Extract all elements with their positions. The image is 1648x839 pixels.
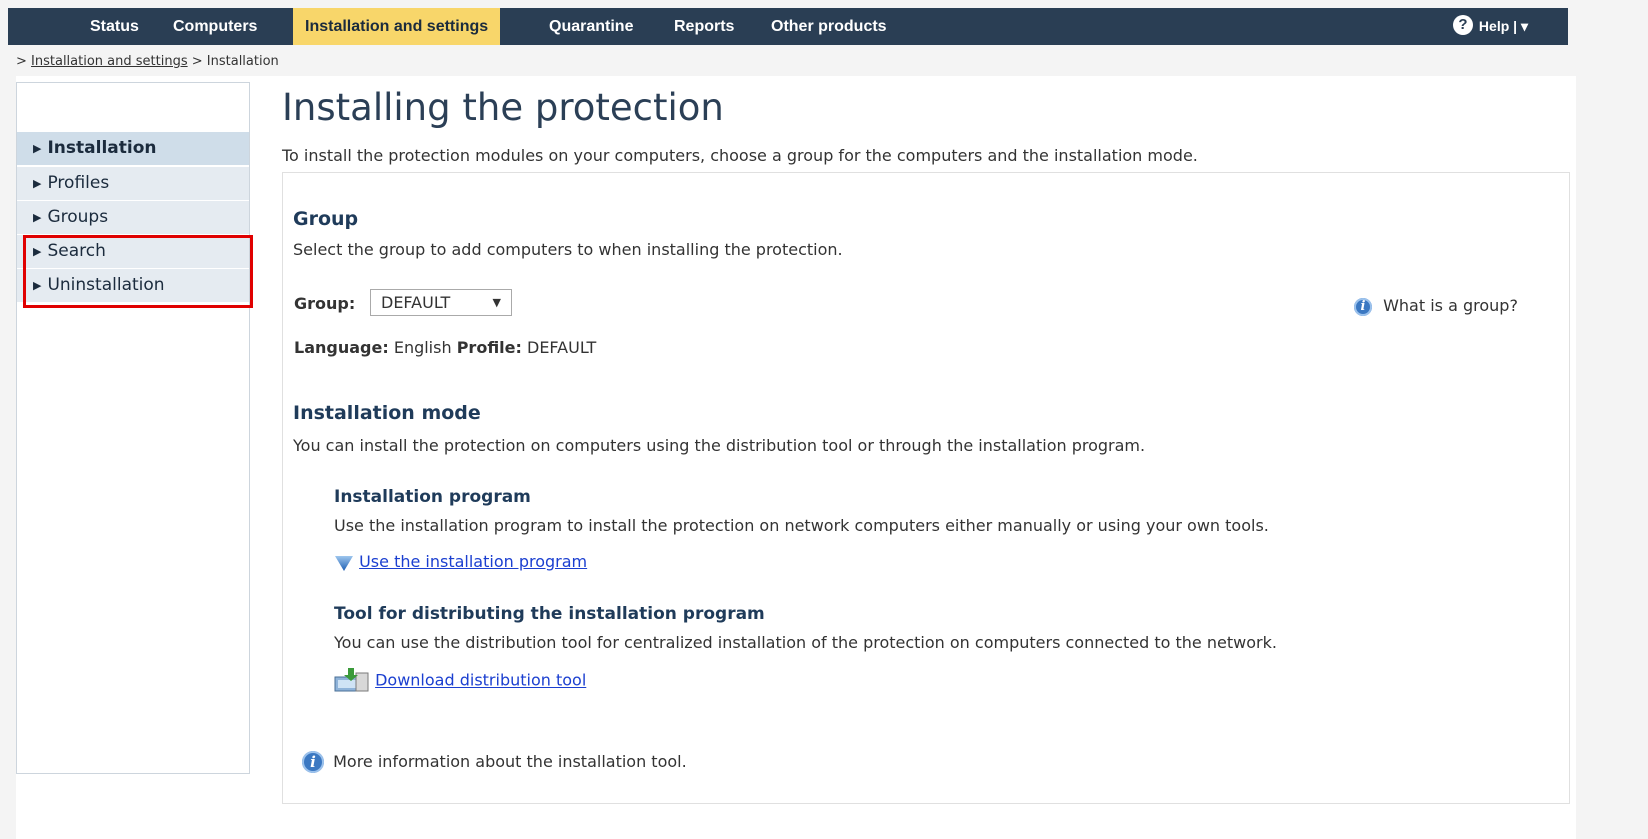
info-icon: i (302, 751, 324, 773)
question-icon: ? (1452, 15, 1473, 36)
more-info-text[interactable]: More information about the installation … (333, 752, 687, 771)
group-heading: Group (293, 208, 359, 230)
installation-mode-description: You can install the protection on comput… (293, 436, 1146, 455)
installation-program-heading: Installation program (334, 487, 531, 507)
tab-status[interactable]: Status (90, 8, 139, 45)
sidebar-item-installation[interactable]: ▶ Installation (17, 132, 249, 166)
sidebar-item-groups[interactable]: ▶ Groups (17, 201, 249, 235)
sidebar-item-label: Groups (47, 207, 109, 227)
help-menu[interactable]: ? Help | ▾ (1452, 8, 1528, 45)
sidebar: ▶ Installation ▶ Profiles ▶ Groups ▶ Search … (16, 82, 250, 774)
installation-mode-heading: Installation mode (293, 402, 481, 424)
triangle-right-icon: ▶ (33, 142, 42, 155)
tab-other-products[interactable]: Other products (771, 8, 887, 45)
download-distribution-tool-row[interactable]: Download distribution tool (334, 667, 586, 695)
sidebar-item-label: Search (47, 241, 106, 261)
breadcrumb-current: Installation (206, 54, 279, 69)
tab-reports[interactable]: Reports (674, 8, 734, 45)
triangle-right-icon: ▶ (33, 279, 42, 292)
sidebar-item-label: Profiles (47, 173, 110, 193)
use-installation-program-row[interactable]: Use the installation program (334, 552, 587, 572)
top-nav-bar: Status Computers Installation and settin… (8, 8, 1568, 45)
profile-value: DEFAULT (527, 338, 597, 357)
distribution-tool-description: You can use the distribution tool for ce… (334, 633, 1277, 652)
page-title: Installing the protection (282, 86, 724, 129)
tab-installation-and-settings[interactable]: Installation and settings (293, 8, 501, 45)
distribution-tool-heading: Tool for distributing the installation p… (334, 604, 765, 624)
profile-label: Profile: (456, 338, 522, 357)
group-select-value: DEFAULT (381, 293, 451, 312)
help-label: Help | (1478, 18, 1518, 34)
breadcrumb: > Installation and settings > Installati… (16, 54, 279, 69)
triangle-right-icon: ▶ (33, 245, 42, 258)
tab-computers[interactable]: Computers (173, 8, 257, 45)
installation-program-description: Use the installation program to install … (334, 516, 1269, 535)
more-info-row[interactable]: i More information about the installatio… (302, 751, 687, 773)
sidebar-item-label: Uninstallation (47, 275, 165, 295)
sidebar-item-search[interactable]: ▶ Search (17, 235, 249, 269)
language-value: English (393, 338, 452, 357)
use-installation-program-link[interactable]: Use the installation program (359, 552, 587, 571)
tab-quarantine[interactable]: Quarantine (549, 8, 633, 45)
sidebar-item-label: Installation (47, 138, 157, 158)
intro-text: To install the protection modules on you… (282, 146, 1198, 165)
what-is-group-link[interactable]: What is a group? (1383, 296, 1518, 315)
group-label: Group: (294, 294, 356, 313)
what-is-group-help[interactable]: i What is a group? (1354, 296, 1518, 316)
sidebar-item-profiles[interactable]: ▶ Profiles (17, 167, 249, 201)
download-distribution-tool-link[interactable]: Download distribution tool (375, 671, 586, 690)
info-icon: i (1354, 297, 1372, 316)
triangle-right-icon: ▶ (33, 211, 42, 224)
chevron-down-icon: ▼ (492, 296, 501, 309)
group-select[interactable]: DEFAULT ▼ (370, 289, 512, 316)
sidebar-item-uninstallation[interactable]: ▶ Uninstallation (17, 269, 249, 303)
breadcrumb-separator: > (187, 54, 207, 69)
chevron-down-icon: ▾ (1520, 18, 1528, 34)
language-profile-line: Language: English Profile: DEFAULT (294, 338, 596, 357)
network-install-icon (334, 668, 369, 692)
triangle-right-icon: ▶ (33, 177, 42, 190)
language-label: Language: (294, 338, 389, 357)
download-arrow-icon (335, 555, 353, 571)
group-description: Select the group to add computers to whe… (293, 240, 843, 259)
breadcrumb-prefix: > (16, 54, 32, 69)
breadcrumb-link-installation-settings[interactable]: Installation and settings (31, 54, 188, 69)
